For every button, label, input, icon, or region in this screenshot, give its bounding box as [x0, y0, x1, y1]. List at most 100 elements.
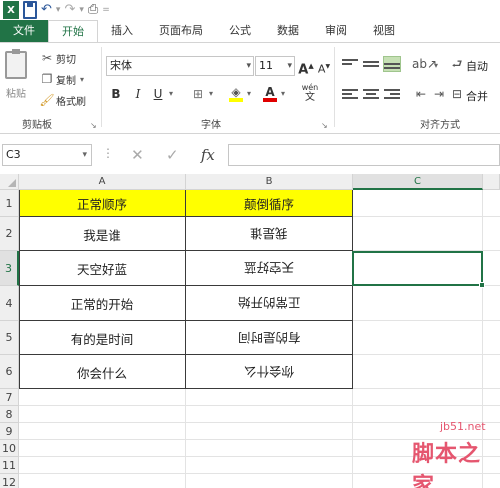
tab-review[interactable]: 审阅: [312, 20, 360, 42]
merge-center-button[interactable]: 合并: [466, 88, 488, 104]
row-header-8[interactable]: 8: [0, 406, 19, 423]
wrap-text-button[interactable]: 自动: [466, 58, 488, 74]
bold-button[interactable]: B: [107, 85, 125, 103]
table-cell-b4[interactable]: 正常的开始: [186, 286, 352, 321]
column-header-a[interactable]: A: [19, 174, 186, 190]
align-bottom-button[interactable]: [383, 56, 401, 72]
phonetic-button[interactable]: wén 文: [297, 83, 323, 103]
save-icon[interactable]: [23, 1, 37, 19]
row-header-3[interactable]: 3: [0, 251, 19, 286]
formula-bar: C3 ▾ ⋮ ✕ ✓ fx: [0, 134, 500, 174]
table-cell-a2[interactable]: 我是谁: [19, 217, 185, 251]
enter-icon[interactable]: ✓: [166, 146, 179, 164]
table-cell-b6[interactable]: 你会什么: [186, 355, 352, 389]
redo-icon[interactable]: ↷: [64, 1, 75, 19]
font-color-dropdown-icon[interactable]: ▾: [281, 89, 285, 98]
alignment-group: ab↗ ▾ ⮐ 自动 ⇤ ⇥ ⊟ 合并 对齐方式: [336, 43, 500, 133]
print-preview-icon[interactable]: ⎙: [88, 1, 98, 19]
row-header-4[interactable]: 4: [0, 286, 19, 321]
column-header-d[interactable]: [483, 174, 500, 190]
row-header-6[interactable]: 6: [0, 355, 19, 389]
cancel-icon[interactable]: ✕: [131, 146, 144, 164]
header-cell-b[interactable]: 颠倒循序: [186, 190, 352, 217]
cut-button[interactable]: ✂ 剪切: [38, 49, 76, 67]
row-header-9[interactable]: 9: [0, 423, 19, 440]
borders-dropdown-icon[interactable]: ▾: [209, 89, 213, 98]
table-cell-b5[interactable]: 有的是时间: [186, 321, 352, 355]
table-cell-a4[interactable]: 正常的开始: [19, 286, 185, 321]
copy-button[interactable]: ❐ 复制 ▾: [38, 70, 84, 88]
font-color-icon: A: [265, 85, 275, 99]
font-name-select[interactable]: 宋体 ▾: [106, 56, 254, 76]
underline-button[interactable]: U: [149, 85, 167, 103]
tab-view[interactable]: 视图: [360, 20, 408, 42]
insert-function-icon[interactable]: fx: [201, 146, 215, 164]
formula-input[interactable]: [228, 144, 500, 166]
tab-data[interactable]: 数据: [264, 20, 312, 42]
name-box[interactable]: C3 ▾: [2, 144, 92, 166]
row-header-11[interactable]: 11: [0, 457, 19, 474]
column-header-c[interactable]: C: [353, 174, 483, 190]
format-painter-button[interactable]: 🖌 格式刷: [38, 91, 86, 109]
font-launcher-icon[interactable]: ↘: [321, 121, 328, 130]
row-header-12[interactable]: 12: [0, 474, 19, 488]
tab-formulas[interactable]: 公式: [216, 20, 264, 42]
cell-text: 颠倒循序: [243, 197, 294, 212]
ribbon: 粘贴 ✂ 剪切 ❐ 复制 ▾ 🖌 格式刷 剪贴板 ↘ 宋体 ▾ 11 ▾ A▲ A▼: [0, 42, 500, 134]
row-header-7[interactable]: 7: [0, 389, 19, 406]
font-size-value: 11: [259, 59, 273, 72]
font-size-select[interactable]: 11 ▾: [255, 56, 295, 76]
fill-handle[interactable]: [479, 282, 485, 288]
clipboard-launcher-icon[interactable]: ↘: [90, 121, 97, 130]
align-left-button[interactable]: [342, 87, 358, 101]
ribbon-tabs: 文件 开始 插入 页面布局 公式 数据 审阅 视图: [0, 20, 500, 43]
fill-color-swatch: [229, 98, 243, 102]
decrease-indent-icon[interactable]: ⇤: [412, 85, 430, 103]
undo-dropdown-icon[interactable]: ▾: [56, 1, 61, 19]
paste-button[interactable]: 粘贴: [2, 49, 30, 107]
fill-dropdown-icon[interactable]: ▾: [247, 89, 251, 98]
tab-file[interactable]: 文件: [0, 20, 48, 42]
column-header-b[interactable]: B: [186, 174, 353, 190]
redo-dropdown-icon[interactable]: ▾: [79, 1, 84, 19]
fill-color-button[interactable]: ◈: [227, 83, 245, 102]
borders-button[interactable]: ⊞: [189, 85, 207, 103]
table-cell-b3[interactable]: 天空好蓝: [186, 251, 352, 286]
formula-bar-grip-icon[interactable]: ⋮: [102, 146, 114, 160]
worksheet-grid[interactable]: A B C 12345678910111213 正常顺序颠倒循序我是谁我是谁天空…: [0, 174, 500, 488]
row-gridline: [19, 422, 500, 423]
cell-text: 有的是时间: [70, 331, 134, 347]
tab-page-layout[interactable]: 页面布局: [146, 20, 216, 42]
row-header-1[interactable]: 1: [0, 190, 19, 217]
orientation-button[interactable]: ab↗: [412, 55, 437, 73]
underline-dropdown-icon[interactable]: ▾: [169, 89, 173, 98]
table-cell-a6[interactable]: 你会什么: [19, 355, 185, 389]
header-cell-a[interactable]: 正常顺序: [19, 190, 185, 217]
increase-indent-icon[interactable]: ⇥: [430, 85, 448, 103]
font-color-button[interactable]: A: [261, 83, 279, 102]
customize-toolbar-icon[interactable]: =: [102, 1, 110, 19]
align-center-button[interactable]: [363, 87, 379, 101]
row-header-2[interactable]: 2: [0, 217, 19, 251]
row-header-10[interactable]: 10: [0, 440, 19, 457]
undo-icon[interactable]: ↶: [41, 1, 52, 19]
grow-font-button[interactable]: A▲: [297, 57, 315, 77]
table-cell-a5[interactable]: 有的是时间: [19, 321, 185, 355]
copy-dropdown-icon[interactable]: ▾: [80, 75, 84, 84]
align-middle-button[interactable]: [363, 57, 379, 71]
orientation-dropdown-icon[interactable]: ▾: [434, 61, 438, 70]
select-all-button[interactable]: [0, 174, 19, 190]
active-cell-selection[interactable]: [352, 251, 483, 286]
tab-home[interactable]: 开始: [48, 20, 98, 43]
italic-button[interactable]: I: [129, 85, 147, 103]
align-right-button[interactable]: [384, 87, 400, 101]
table-cell-b2[interactable]: 我是谁: [186, 217, 352, 251]
scissors-icon: ✂: [41, 51, 53, 65]
cell-text: 我是谁: [250, 225, 288, 241]
table-cell-a3[interactable]: 天空好蓝: [19, 251, 185, 286]
row-header-5[interactable]: 5: [0, 321, 19, 355]
shrink-font-button[interactable]: A▼: [315, 58, 333, 76]
table-border: [19, 190, 20, 389]
align-top-button[interactable]: [342, 57, 358, 71]
tab-insert[interactable]: 插入: [98, 20, 146, 42]
